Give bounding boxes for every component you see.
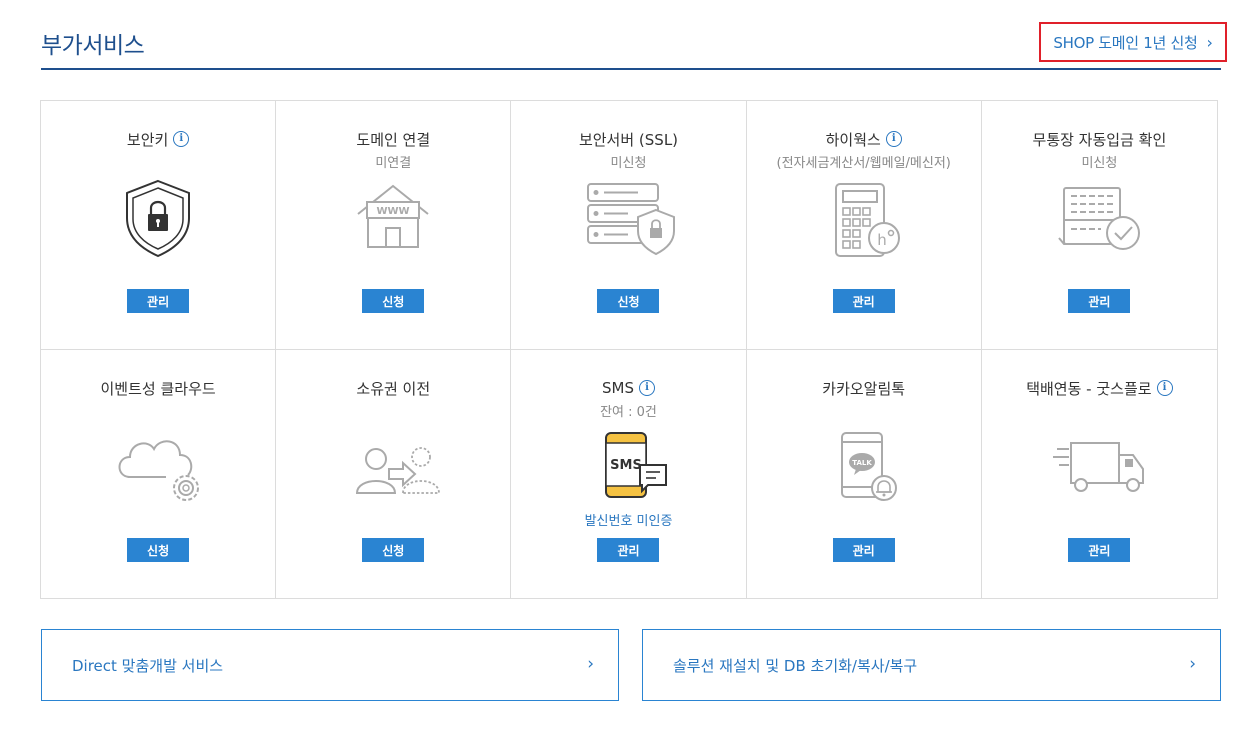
apply-button[interactable]: 신청 [597,289,660,313]
svg-text:SMS: SMS [611,458,643,473]
service-status: 미연결 [375,156,412,171]
service-title: 소유권 이전 [276,377,510,399]
service-card-goodsflow-delivery: 택배연동 - 굿스플로 i 관리 [982,350,1217,598]
service-grid: 보안키 i 관리 도메인 연결 미연결 WWW 신청 보안서버 (SSL) 미신… [40,100,1218,599]
service-title: SMS i [511,377,745,399]
service-status: 미신청 [1081,156,1118,171]
service-title: 무통장 자동입금 확인 [982,128,1217,150]
svg-text:h: h [877,231,887,249]
chevron-right-icon: › [1206,32,1213,52]
service-title-text: 보안키 [126,130,169,149]
manage-button[interactable]: 관리 [832,538,895,562]
info-icon[interactable]: i [885,131,902,147]
shop-domain-apply-link[interactable]: SHOP 도메인 1년 신청 › [1039,22,1227,62]
service-status: 미신청 [610,156,647,171]
service-title-text: 소유권 이전 [356,379,431,398]
sms-remaining-count: 잔여 : 0건 [600,405,657,420]
service-card-auto-deposit: 무통장 자동입금 확인 미신청 관리 [981,101,1217,350]
chevron-right-icon: › [587,654,594,674]
manage-button[interactable]: 관리 [1068,289,1131,313]
section-header: 부가서비스 SHOP 도메인 1년 신청 › [41,0,1227,70]
service-title: 택배연동 - 굿스플로 i [982,377,1217,399]
delivery-truck-icon [1049,425,1149,510]
info-icon[interactable]: i [638,380,655,396]
kakao-talk-bell-icon: TALK [814,425,914,510]
service-title: 카카오알림톡 [747,377,981,399]
service-title: 보안키 i [41,128,275,150]
service-card-event-cloud: 이벤트성 클라우드 신청 [41,350,277,598]
direct-custom-dev-label: Direct 맞춤개발 서비스 [72,656,224,675]
security-shield-lock-icon [108,176,208,261]
cloud-gear-icon [108,425,208,510]
service-card-hiworks: 하이웍스 i (전자세금계산서/웹메일/메신저) h 관리 [746,101,982,350]
service-card-sms: SMS i 잔여 : 0건 SMS 발신번호 미인증 관리 [511,350,747,598]
domain-www-house-icon: WWW [343,176,443,261]
manage-button[interactable]: 관리 [832,289,895,313]
service-card-security-key: 보안키 i 관리 [41,101,277,350]
service-card-kakao-alimtalk: 카카오알림톡 TALK 관리 [747,350,982,598]
chevron-right-icon: › [1189,654,1196,674]
service-title-text: 카카오알림톡 [822,379,906,398]
service-title-text: SMS [601,379,634,397]
bankbook-check-icon [1049,176,1149,261]
service-title: 하이웍스 i [747,128,981,150]
service-title-text: 보안서버 (SSL) [578,130,679,149]
sms-phone-icon: SMS [578,425,678,510]
service-title-text: 택배연동 - 굿스플로 [1026,379,1152,398]
solution-reinstall-db-label: 솔루션 재설치 및 DB 초기화/복사/복구 [673,656,918,675]
manage-button[interactable]: 관리 [127,289,190,313]
info-icon[interactable]: i [1156,380,1173,396]
ownership-transfer-icon [343,425,443,510]
service-title: 이벤트성 클라우드 [41,377,275,399]
svg-text:TALK: TALK [852,459,872,467]
service-title: 보안서버 (SSL) [511,128,745,150]
sender-number-unverified-link[interactable]: 발신번호 미인증 [511,510,745,529]
manage-button[interactable]: 관리 [597,538,660,562]
service-title: 도메인 연결 [276,128,510,150]
service-title-text: 하이웍스 [825,130,881,149]
service-card-ownership-transfer: 소유권 이전 신청 [276,350,512,598]
solution-reinstall-db-link[interactable]: 솔루션 재설치 및 DB 초기화/복사/복구 › [642,629,1221,701]
service-title-text: 이벤트성 클라우드 [100,379,216,398]
manage-button[interactable]: 관리 [1068,538,1131,562]
svg-text:WWW: WWW [377,206,410,217]
calculator-hiworks-icon: h [814,176,914,261]
page-title: 부가서비스 [41,33,145,59]
direct-custom-dev-link[interactable]: Direct 맞춤개발 서비스 › [41,629,619,701]
service-title-text: 무통장 자동입금 확인 [1032,130,1167,149]
service-description: (전자세금계산서/웹메일/메신저) [776,156,951,171]
service-title-text: 도메인 연결 [356,130,431,149]
service-card-domain-connect: 도메인 연결 미연결 WWW 신청 [276,101,512,350]
apply-button[interactable]: 신청 [362,289,425,313]
shop-domain-apply-label: SHOP 도메인 1년 신청 [1053,33,1198,52]
info-icon[interactable]: i [173,131,190,147]
server-shield-lock-icon [578,176,678,261]
service-card-ssl: 보안서버 (SSL) 미신청 신청 [511,101,747,350]
apply-button[interactable]: 신청 [362,538,425,562]
apply-button[interactable]: 신청 [127,538,190,562]
